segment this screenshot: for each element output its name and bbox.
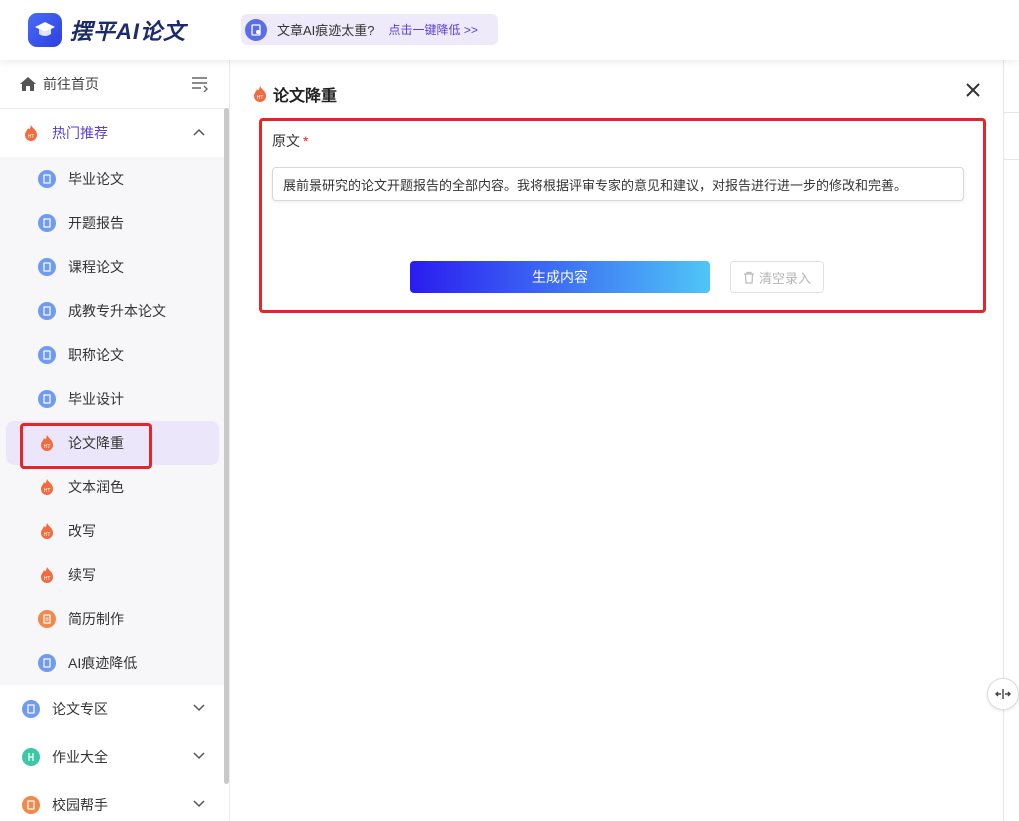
sidebar-item-rewrite[interactable]: HT 改写 [0, 509, 229, 553]
page-title: 论文降重 [273, 88, 338, 105]
ai-trace-notice: 文章AI痕迹太重? 点击一键降低 >> [241, 14, 498, 45]
svg-text:HT: HT [44, 532, 52, 538]
resize-horizontal-icon [995, 689, 1011, 699]
sidebar-item-adult-education[interactable]: 成教专升本论文 [0, 289, 229, 333]
document-icon [38, 654, 56, 672]
sidebar-item-graduation-design[interactable]: 毕业设计 [0, 377, 229, 421]
sidebar-item-course-paper[interactable]: 课程论文 [0, 245, 229, 289]
document-icon [38, 302, 56, 320]
original-text-input[interactable] [272, 167, 964, 201]
document-icon [38, 346, 56, 364]
generate-button[interactable]: 生成内容 [410, 261, 710, 293]
chevron-down-icon [193, 752, 205, 760]
group-homework[interactable]: 作业大全 [0, 733, 229, 781]
sidebar-scrollbar[interactable] [224, 108, 229, 784]
home-label: 前往首页 [43, 76, 99, 92]
sidebar-item-label: 论文降重 [68, 435, 124, 451]
sidebar-item-continue-writing[interactable]: HT 续写 [0, 553, 229, 597]
document-icon [38, 390, 56, 408]
sidebar-item-resume[interactable]: 简历制作 [0, 597, 229, 641]
document-icon [38, 214, 56, 232]
chevron-up-icon [193, 128, 205, 136]
chevron-down-icon [193, 800, 205, 808]
top-header: 摆平AI论文 文章AI痕迹太重? 点击一键降低 >> [0, 0, 1019, 60]
logo-text: 摆平AI论文 [70, 19, 187, 44]
clear-input-button[interactable]: 清空录入 [730, 261, 824, 293]
sidebar-item-label: 续写 [68, 567, 96, 583]
hot-flame-icon: HT [251, 85, 269, 103]
document-icon [38, 170, 56, 188]
svg-text:HT: HT [257, 95, 265, 101]
close-icon[interactable] [963, 80, 983, 100]
group-label: 论文专区 [52, 701, 108, 717]
resume-icon [38, 610, 56, 628]
panel-title: HT 论文降重 [251, 82, 337, 106]
hot-flame-icon: HT [38, 434, 56, 452]
notice-text: 文章AI痕迹太重? [277, 23, 375, 38]
app-logo[interactable]: 摆平AI论文 [28, 13, 186, 47]
hot-flame-icon: HT [38, 478, 56, 496]
sidebar-item-paper-dedupe[interactable]: HT 论文降重 [6, 421, 219, 465]
hot-flame-icon: HT [22, 124, 40, 142]
group-label: 校园帮手 [52, 797, 108, 813]
sidebar-item-label: 成教专升本论文 [68, 303, 166, 319]
sidebar-item-professional-title[interactable]: 职称论文 [0, 333, 229, 377]
reduce-ai-link[interactable]: 点击一键降低 >> [389, 21, 478, 38]
sidebar-item-text-polish[interactable]: HT 文本润色 [0, 465, 229, 509]
group-hot-recommend[interactable]: HT 热门推荐 [0, 109, 229, 157]
document-icon [38, 258, 56, 276]
sidebar-item-label: 课程论文 [68, 259, 124, 275]
original-text-form: 原文* 生成内容 清空录入 [259, 118, 986, 313]
home-link[interactable]: 前往首页 [0, 60, 229, 109]
svg-text:HT: HT [28, 134, 36, 140]
hot-submenu: 毕业论文 开题报告 课程论文 成教专升本论文 职称论文 毕业设计 HT 论文降重 [0, 157, 229, 685]
menu-collapse-icon[interactable] [191, 76, 209, 92]
clear-input-label: 清空录入 [758, 270, 811, 286]
chevron-down-icon [193, 704, 205, 712]
sidebar-item-label: 毕业论文 [68, 171, 124, 187]
campus-icon [22, 796, 40, 814]
sidebar: 前往首页 HT 热门推荐 毕业论文 开题报告 课程论文 成教专升本论文 职称论文 [0, 60, 230, 821]
graduation-cap-icon [28, 13, 62, 47]
resize-handle[interactable] [987, 678, 1019, 710]
sidebar-item-label: 文本润色 [68, 479, 124, 495]
sidebar-item-label: 改写 [68, 523, 96, 539]
original-text-label: 原文 * [272, 133, 309, 149]
document-shield-icon [245, 18, 267, 41]
svg-text:HT: HT [44, 488, 52, 494]
homework-icon [22, 748, 40, 766]
required-mark: * [303, 133, 309, 149]
sidebar-item-label: 毕业设计 [68, 391, 124, 407]
main-panel: HT 论文降重 原文* 生成内容 清空录入 [231, 60, 1003, 821]
group-label: 热门推荐 [52, 125, 108, 141]
sidebar-item-label: AI痕迹降低 [68, 655, 138, 671]
svg-text:HT: HT [44, 444, 52, 450]
sidebar-item-proposal[interactable]: 开题报告 [0, 201, 229, 245]
sidebar-item-label: 职称论文 [68, 347, 124, 363]
group-paper-zone[interactable]: 论文专区 [0, 685, 229, 733]
sidebar-item-label: 开题报告 [68, 215, 124, 231]
svg-text:HT: HT [44, 576, 52, 582]
trash-icon [743, 271, 754, 284]
document-icon [22, 700, 40, 718]
hot-flame-icon: HT [38, 522, 56, 540]
group-label: 作业大全 [52, 749, 108, 765]
sidebar-item-label: 简历制作 [68, 611, 124, 627]
sidebar-item-graduation-thesis[interactable]: 毕业论文 [0, 157, 229, 201]
home-icon [20, 77, 36, 91]
sidebar-item-ai-trace-reduce[interactable]: AI痕迹降低 [0, 641, 229, 685]
right-panel-tab[interactable] [1004, 112, 1019, 160]
hot-flame-icon: HT [38, 566, 56, 584]
group-campus-helper[interactable]: 校园帮手 [0, 781, 229, 821]
